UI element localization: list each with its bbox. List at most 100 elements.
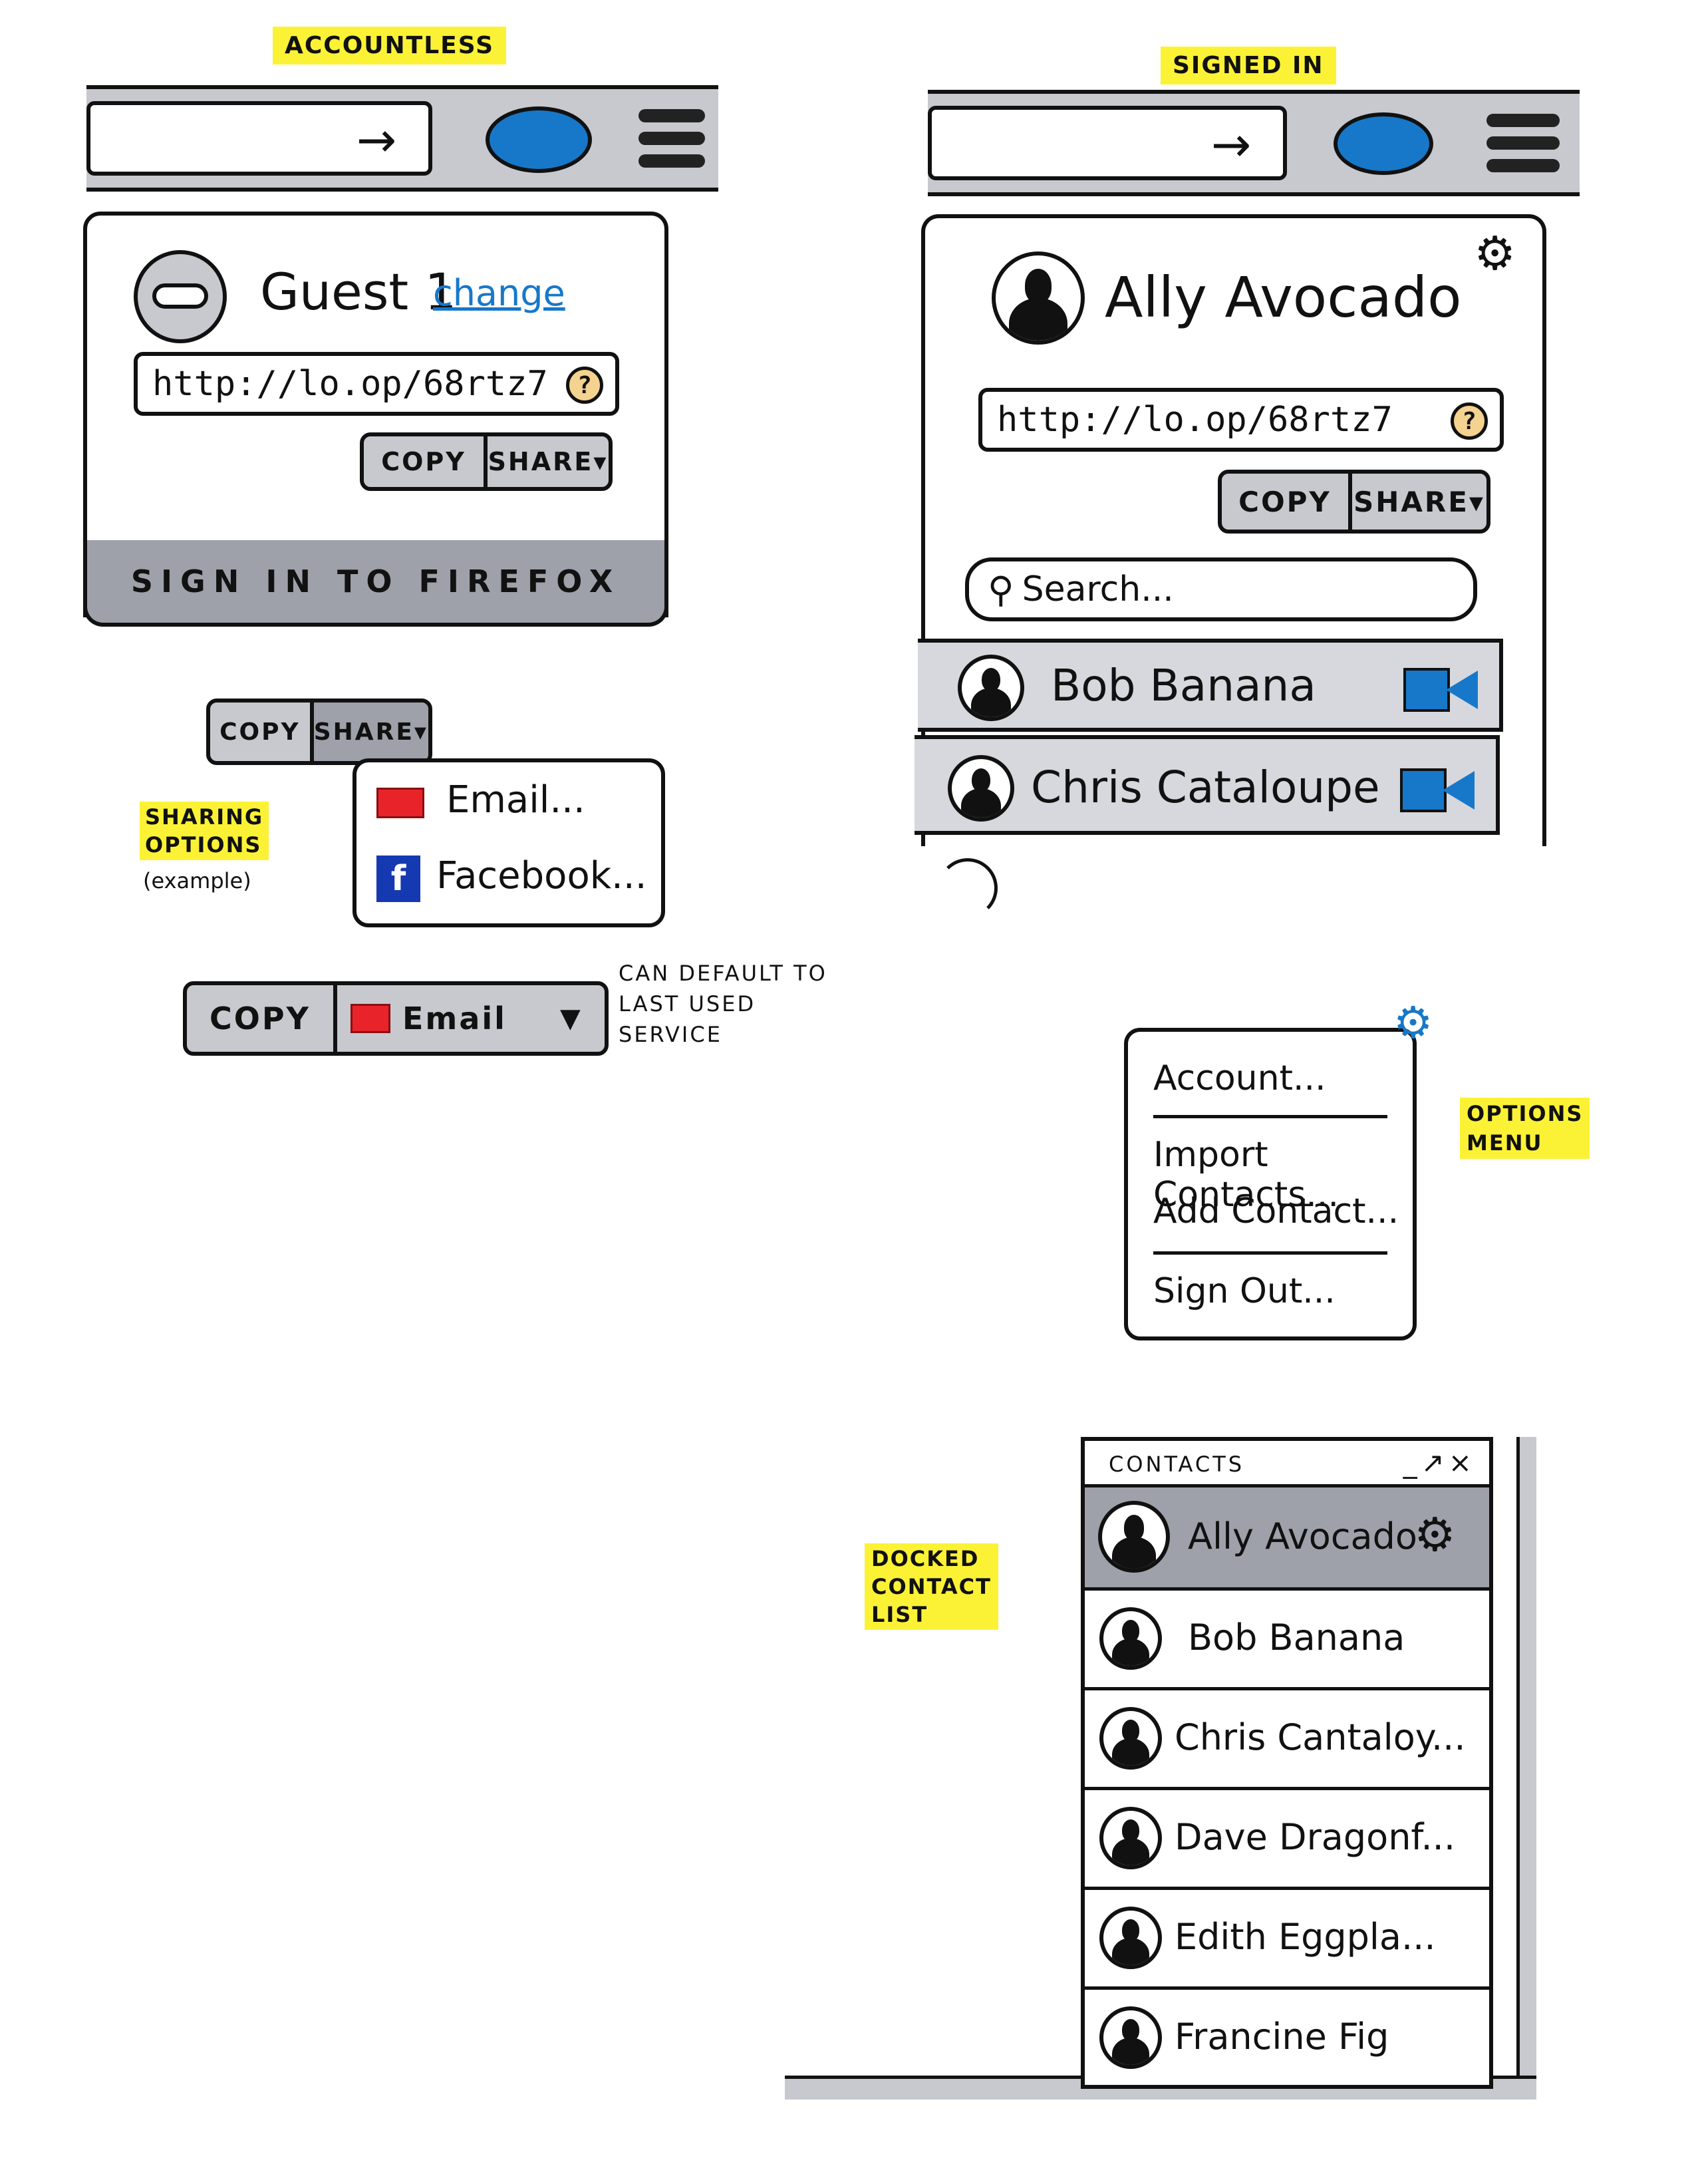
user-avatar <box>992 251 1085 345</box>
menu-account[interactable]: Account... <box>1153 1058 1326 1098</box>
room-url: http://lo.op/68rtz7 <box>997 400 1393 440</box>
copy-button[interactable]: COPY <box>210 702 310 761</box>
dock-row[interactable]: Francine Fig <box>1085 1986 1489 2086</box>
sharing-line1: Sharing <box>145 804 264 830</box>
change-link[interactable]: change <box>433 272 565 314</box>
gear-icon[interactable]: ⚙ <box>1474 230 1516 277</box>
facebook-icon: f <box>376 856 420 902</box>
guest-mask-avatar <box>134 250 227 343</box>
sharing-line2: options <box>145 832 262 858</box>
hamburger-menu-icon[interactable] <box>638 109 705 177</box>
options-line1: Options <box>1467 1101 1584 1126</box>
share-menu-facebook[interactable]: Facebook... <box>436 854 647 897</box>
dropdown-triangle-icon: ▼ <box>559 1003 583 1034</box>
video-call-icon[interactable] <box>1403 668 1478 712</box>
contact-name: Francine Fig <box>1175 2016 1389 2058</box>
video-call-icon[interactable] <box>1400 768 1475 812</box>
search-placeholder: Search... <box>1022 569 1174 609</box>
label-example: (example) <box>143 868 251 893</box>
guest-name: Guest 1 <box>260 262 457 321</box>
url-bar[interactable]: → <box>86 101 432 176</box>
gear-icon[interactable]: ⚙ <box>1414 1511 1456 1558</box>
docked-line3: list <box>871 1602 928 1627</box>
dock-header: Contacts _↗× <box>1085 1441 1489 1487</box>
default-share-group: COPY Email ▼ <box>183 981 609 1056</box>
copy-share-group: COPY SHARE▾ <box>360 432 613 491</box>
contact-avatar <box>1098 1501 1170 1573</box>
options-menu: Account... Import Contacts... Add Contac… <box>1124 1028 1417 1340</box>
share-button[interactable]: SHARE▾ <box>309 702 428 761</box>
dock-row[interactable]: Dave Dragonf... <box>1085 1787 1489 1890</box>
dock-row-self[interactable]: Ally Avocado ⚙ <box>1085 1487 1489 1591</box>
contact-name: Edith Eggpla... <box>1175 1916 1436 1958</box>
contact-name: Chris Cataloupe <box>1031 762 1380 813</box>
contact-search[interactable]: ⚲ Search... <box>965 557 1477 621</box>
dock-row[interactable]: Bob Banana <box>1085 1587 1489 1690</box>
contact-avatar <box>1099 2006 1162 2069</box>
room-url-field[interactable]: http://lo.op/68rtz7 ? <box>134 352 619 416</box>
note-line1: Can default to <box>619 961 827 986</box>
docked-line1: Docked <box>871 1546 980 1571</box>
label-docked-contact-list: Docked contact list <box>865 1543 998 1630</box>
go-arrow-icon[interactable]: → <box>1211 120 1251 168</box>
contact-name: Chris Cantaloy... <box>1175 1716 1466 1758</box>
hamburger-menu-icon[interactable] <box>1486 114 1560 182</box>
chat-bubble-icon[interactable] <box>486 106 592 173</box>
contact-row[interactable]: Bob Banana <box>918 639 1503 732</box>
docked-contact-list: Contacts _↗× Ally Avocado ⚙ Bob Banana C… <box>1081 1437 1493 2089</box>
share-menu-email[interactable]: Email... <box>446 778 585 822</box>
sign-in-button[interactable]: Sign in to Firefox <box>83 540 668 627</box>
dock-title: Contacts <box>1109 1452 1245 1477</box>
menu-add-contact[interactable]: Add Contact... <box>1153 1191 1399 1231</box>
contact-avatar <box>948 755 1014 822</box>
mask-icon <box>152 283 208 309</box>
share-button[interactable]: SHARE▾ <box>1348 474 1486 530</box>
docked-line2: contact <box>871 1574 992 1599</box>
copy-button[interactable]: COPY <box>187 985 333 1052</box>
go-arrow-icon[interactable]: → <box>356 116 396 164</box>
contact-name: Dave Dragonf... <box>1175 1816 1456 1858</box>
email-icon <box>351 1004 390 1033</box>
email-icon <box>376 788 424 818</box>
contact-row[interactable]: Chris Cataloupe <box>915 735 1500 835</box>
browser-sidebar-edge <box>1516 1437 1536 2089</box>
note-line3: service <box>619 1022 722 1047</box>
browser-toolbar: → <box>86 85 718 192</box>
contact-avatar <box>1099 1607 1162 1670</box>
chat-bubble-icon[interactable] <box>1334 112 1433 175</box>
contact-avatar <box>1099 1707 1162 1770</box>
contact-avatar <box>1099 1807 1162 1869</box>
gear-icon[interactable]: ⚙ <box>1393 1001 1433 1045</box>
contact-avatar <box>1099 1907 1162 1969</box>
note-default-service: Can default to last used service <box>619 958 827 1050</box>
dock-row[interactable]: Chris Cantaloy... <box>1085 1687 1489 1790</box>
share-example-group: COPY SHARE▾ <box>206 699 432 765</box>
label-sharing-options: Sharing options <box>140 802 269 860</box>
dock-window-controls[interactable]: _↗× <box>1403 1446 1476 1479</box>
default-service-button[interactable]: Email ▼ <box>333 985 605 1052</box>
share-menu: Email... f Facebook... <box>353 758 665 927</box>
contact-avatar <box>958 655 1024 721</box>
default-service-label: Email <box>402 1001 507 1036</box>
search-icon: ⚲ <box>988 568 1014 611</box>
browser-toolbar-signed-in: → <box>928 90 1580 196</box>
user-name: Ally Avocado <box>1105 265 1462 330</box>
help-icon[interactable]: ? <box>566 367 603 404</box>
room-url-field[interactable]: http://lo.op/68rtz7 ? <box>978 388 1504 452</box>
room-url: http://lo.op/68rtz7 <box>152 364 548 404</box>
menu-sign-out[interactable]: Sign Out... <box>1153 1271 1336 1311</box>
share-button[interactable]: SHARE▾ <box>484 436 609 487</box>
label-signed-in: Signed in <box>1161 47 1336 84</box>
menu-separator <box>1153 1251 1387 1255</box>
help-icon[interactable]: ? <box>1451 402 1488 440</box>
dock-row[interactable]: Edith Eggpla... <box>1085 1887 1489 1990</box>
label-accountless: Accountless <box>273 27 506 65</box>
options-line2: menu <box>1467 1130 1543 1156</box>
contact-name: Ally Avocado <box>1188 1515 1417 1557</box>
copy-button[interactable]: COPY <box>364 436 484 487</box>
copy-share-group: COPY SHARE▾ <box>1218 470 1490 534</box>
label-options-menu: Options menu <box>1460 1098 1590 1159</box>
menu-separator <box>1153 1115 1387 1118</box>
copy-button[interactable]: COPY <box>1222 474 1348 530</box>
url-bar[interactable]: → <box>928 106 1287 180</box>
